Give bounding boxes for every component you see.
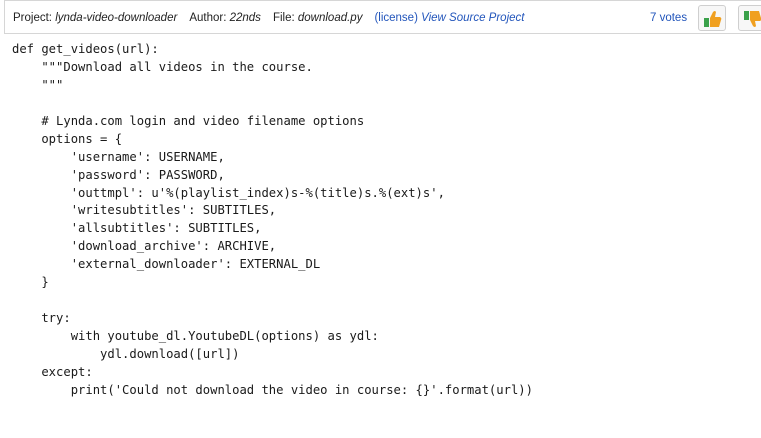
code-example-header: Project: lynda-video-downloader Author: 2… — [4, 0, 761, 34]
thumbs-up-icon — [704, 11, 722, 27]
author-label: Author: — [189, 12, 227, 24]
upvote-button[interactable] — [698, 5, 726, 31]
code-line: print('Could not download the video in c… — [12, 382, 533, 397]
file-label: File: — [272, 12, 295, 24]
code-line: options = { — [12, 131, 123, 146]
downvote-button[interactable] — [738, 5, 761, 31]
code-line: """ — [12, 77, 64, 92]
code-line: } — [12, 275, 49, 290]
code-line: 'allsubtitles': SUBTITLES, — [12, 221, 262, 236]
code-line: # Lynda.com login and video filename opt… — [12, 113, 365, 128]
code-example-page: Project: lynda-video-downloader Author: 2… — [0, 0, 761, 438]
source-info: Project: lynda-video-downloader Author: 2… — [13, 12, 524, 24]
vote-count: 7 votes — [650, 12, 688, 24]
project-name: lynda-video-downloader — [55, 12, 178, 24]
view-source-link[interactable]: View Source Project — [421, 12, 524, 24]
code-line: try: — [12, 311, 71, 326]
code-block: def get_videos(url): """Download all vid… — [12, 41, 533, 400]
code-line: except: — [12, 364, 93, 379]
code-line: 'username': USERNAME, — [12, 149, 225, 164]
code-line: 'password': PASSWORD, — [12, 167, 225, 182]
license-link[interactable]: (license) — [374, 12, 417, 24]
code-line: 'outtmpl': u'%(playlist_index)s-%(title)… — [12, 185, 445, 200]
code-line: """Download all videos in the course. — [12, 59, 313, 74]
file-name: download.py — [297, 12, 363, 24]
code-line: 'download_archive': ARCHIVE, — [12, 239, 277, 254]
code-line: 'writesubtitles': SUBTITLES, — [12, 203, 277, 218]
code-line: with youtube_dl.YoutubeDL(options) as yd… — [12, 329, 379, 343]
thumbs-down-icon — [744, 11, 761, 27]
project-label: Project: — [13, 12, 52, 24]
code-line: 'external_downloader': EXTERNAL_DL — [12, 257, 321, 272]
code-line: ydl.download([url]) — [12, 346, 240, 361]
author-name: 22nds — [229, 12, 261, 24]
code-line: def get_videos(url): — [12, 42, 159, 56]
